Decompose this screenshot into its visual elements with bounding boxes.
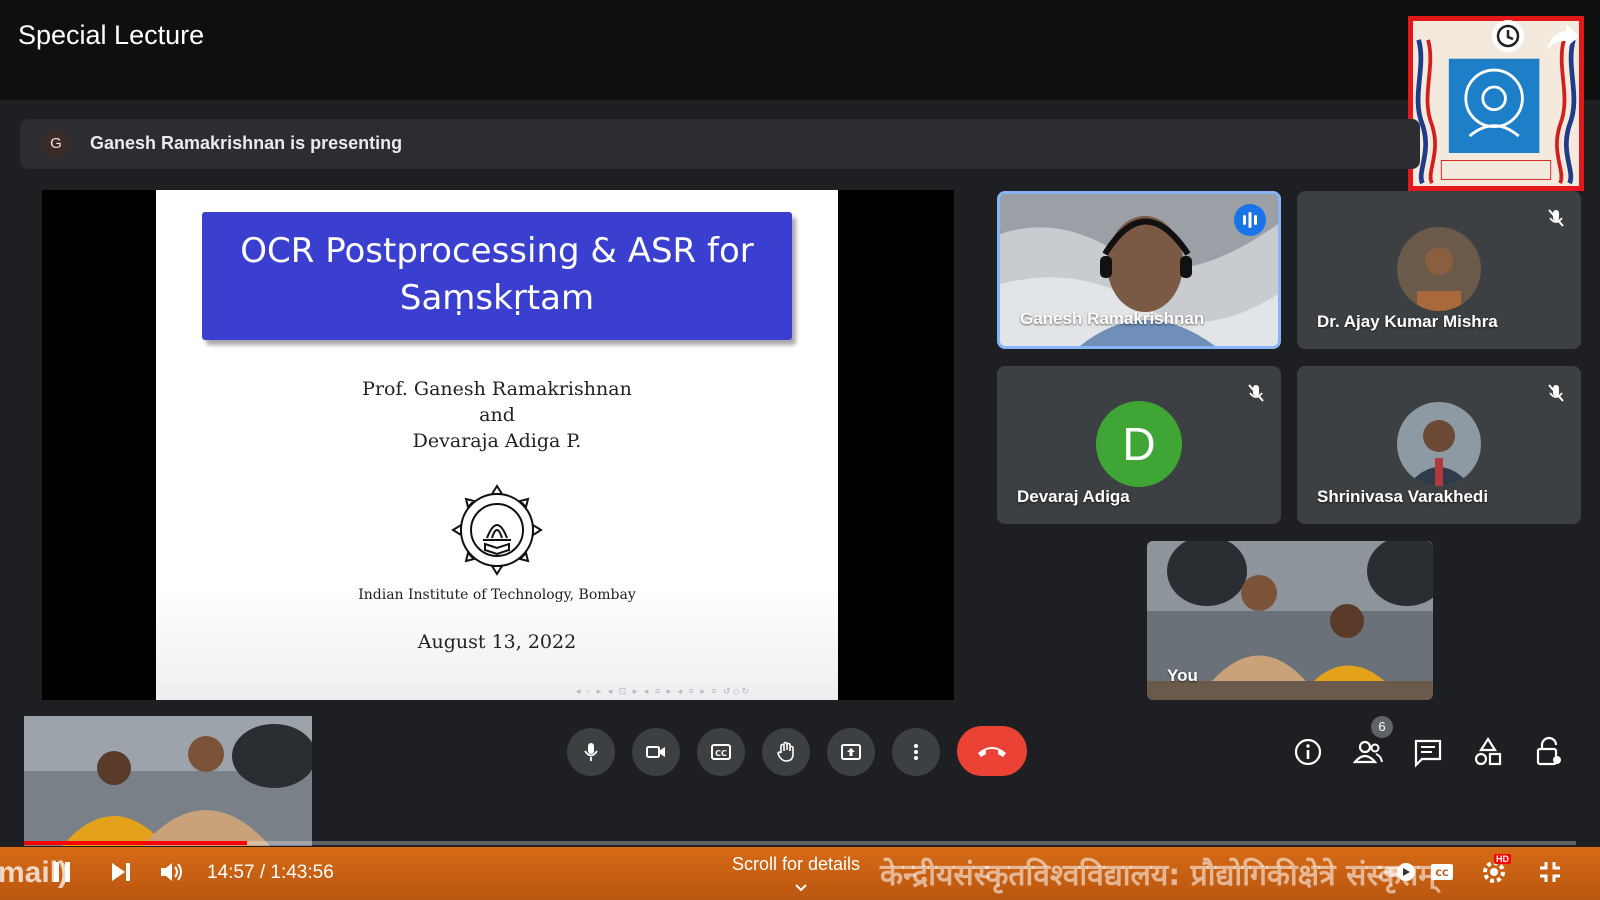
video-top-bar: Special Lecture <box>0 0 1600 100</box>
video-progress-played <box>24 841 248 845</box>
slide-title: OCR Postprocessing & ASR for Saṃskṛtam <box>202 212 792 340</box>
autoplay-toggle[interactable] <box>1382 858 1418 886</box>
activities-icon <box>1474 736 1502 766</box>
slide-author-and: and <box>479 404 515 426</box>
slide-author-1: Prof. Ganesh Ramakrishnan <box>362 378 632 400</box>
end-call-icon <box>978 747 1006 757</box>
participant-tile-ajay-kumar-mishra[interactable]: Dr. Ajay Kumar Mishra <box>1297 191 1581 349</box>
self-view-tile[interactable]: You <box>1147 541 1433 700</box>
people-button[interactable] <box>1352 736 1384 768</box>
participant-name: Dr. Ajay Kumar Mishra <box>1317 312 1498 331</box>
exit-fullscreen-icon <box>1540 862 1560 882</box>
camera-button[interactable] <box>632 728 680 776</box>
subtitles-icon: CC <box>1431 864 1453 880</box>
presenter-avatar: G <box>42 130 70 158</box>
share-icon[interactable] <box>1546 22 1580 52</box>
chat-icon <box>1414 739 1442 768</box>
chevron-down-icon[interactable] <box>794 880 808 892</box>
captions-button[interactable]: CC <box>697 728 745 776</box>
beamer-navigation: ◂ ▫ ▸ ◂ ⊡ ▸ ◂ ≡ ▸ ◂ ≡ ▸ ≡ ↺◇↻ <box>576 686 752 696</box>
time-display: 14:57 / 1:43:56 <box>207 862 334 883</box>
participant-name: Ganesh Ramakrishnan <box>1020 309 1205 328</box>
raise-hand-icon <box>777 741 794 762</box>
speaking-indicator-icon <box>1234 204 1266 236</box>
video-title[interactable]: Special Lecture <box>18 20 204 51</box>
subtitles-button[interactable]: CC <box>1428 858 1456 886</box>
info-icon <box>1294 738 1322 766</box>
participant-avatar-photo <box>1397 227 1481 311</box>
raise-hand-button[interactable] <box>762 728 810 776</box>
participant-name: Shrinivasa Varakhedi <box>1317 487 1489 506</box>
present-icon <box>841 744 861 760</box>
autoplay-icon <box>1384 863 1415 881</box>
muted-mic-icon <box>1245 382 1267 404</box>
self-view-label: You <box>1167 666 1198 685</box>
picture-in-picture-video[interactable] <box>24 716 312 846</box>
slide-title-line-2: Saṃskṛtam <box>399 278 595 318</box>
microphone-icon <box>584 743 598 761</box>
participant-tile-devaraj-adiga[interactable]: D Devaraj Adiga <box>997 366 1281 524</box>
exit-fullscreen-button[interactable] <box>1536 858 1564 886</box>
pip-video-frame <box>24 716 312 846</box>
svg-text:CC: CC <box>1435 869 1449 879</box>
participant-count-badge: 6 <box>1371 716 1393 738</box>
present-now-button[interactable] <box>827 728 875 776</box>
microphone-button[interactable] <box>567 728 615 776</box>
slide-author-2: Devaraja Adiga P. <box>412 430 582 452</box>
slide-date: August 13, 2022 <box>417 631 577 653</box>
muted-mic-icon <box>1545 382 1567 404</box>
scroll-for-details[interactable]: Scroll for details <box>732 854 860 875</box>
presenting-text: Ganesh Ramakrishnan is presenting <box>90 133 403 153</box>
slide-institute: Indian Institute of Technology, Bombay <box>358 587 636 603</box>
host-controls-icon <box>1536 736 1561 766</box>
more-options-icon <box>914 744 918 760</box>
hd-badge: HD <box>1494 854 1511 864</box>
slide-title-line-1: OCR Postprocessing & ASR for <box>240 231 754 271</box>
slide-authors: Prof. Ganesh Ramakrishnan and Devaraja A… <box>156 376 838 454</box>
people-icon <box>1352 740 1383 764</box>
participant-tile-shrinivasa-varakhedi[interactable]: Shrinivasa Varakhedi <box>1297 366 1581 524</box>
camera-icon <box>646 746 665 758</box>
pause-icon <box>54 862 70 882</box>
shared-screen: OCR Postprocessing & ASR for Saṃskṛtam P… <box>42 190 954 700</box>
meeting-info-button[interactable] <box>1292 736 1324 768</box>
volume-button[interactable] <box>158 858 186 886</box>
captions-icon: CC <box>711 744 731 760</box>
end-call-button[interactable] <box>957 726 1027 776</box>
presenting-banner: G Ganesh Ramakrishnan is presenting <box>20 119 1420 169</box>
participant-tile-ganesh[interactable]: Ganesh Ramakrishnan <box>997 191 1281 349</box>
host-controls-button[interactable] <box>1533 736 1565 768</box>
settings-button[interactable]: HD <box>1480 854 1511 886</box>
participant-name: Devaraj Adiga <box>1017 487 1130 506</box>
next-icon <box>112 863 130 881</box>
volume-icon <box>161 863 182 881</box>
next-button[interactable] <box>107 858 135 886</box>
presentation-slide: OCR Postprocessing & ASR for Saṃskṛtam P… <box>156 190 838 700</box>
chat-button[interactable] <box>1412 736 1444 768</box>
video-progress-bar[interactable] <box>24 841 1576 845</box>
ticker-text-right: केन्द्रीयसंस्कृतविश्वविद्यालय: प्रौद्योग… <box>880 858 1437 893</box>
activities-button[interactable] <box>1472 736 1504 768</box>
participant-avatar-photo <box>1397 402 1481 486</box>
watch-later-clock-icon[interactable] <box>1492 20 1524 52</box>
muted-mic-icon <box>1545 207 1567 229</box>
iit-bombay-seal-icon <box>449 482 545 578</box>
more-options-button[interactable] <box>892 728 940 776</box>
participant-letter-avatar: D <box>1096 401 1182 487</box>
pause-button[interactable] <box>48 858 76 886</box>
svg-text:CC: CC <box>715 749 727 758</box>
